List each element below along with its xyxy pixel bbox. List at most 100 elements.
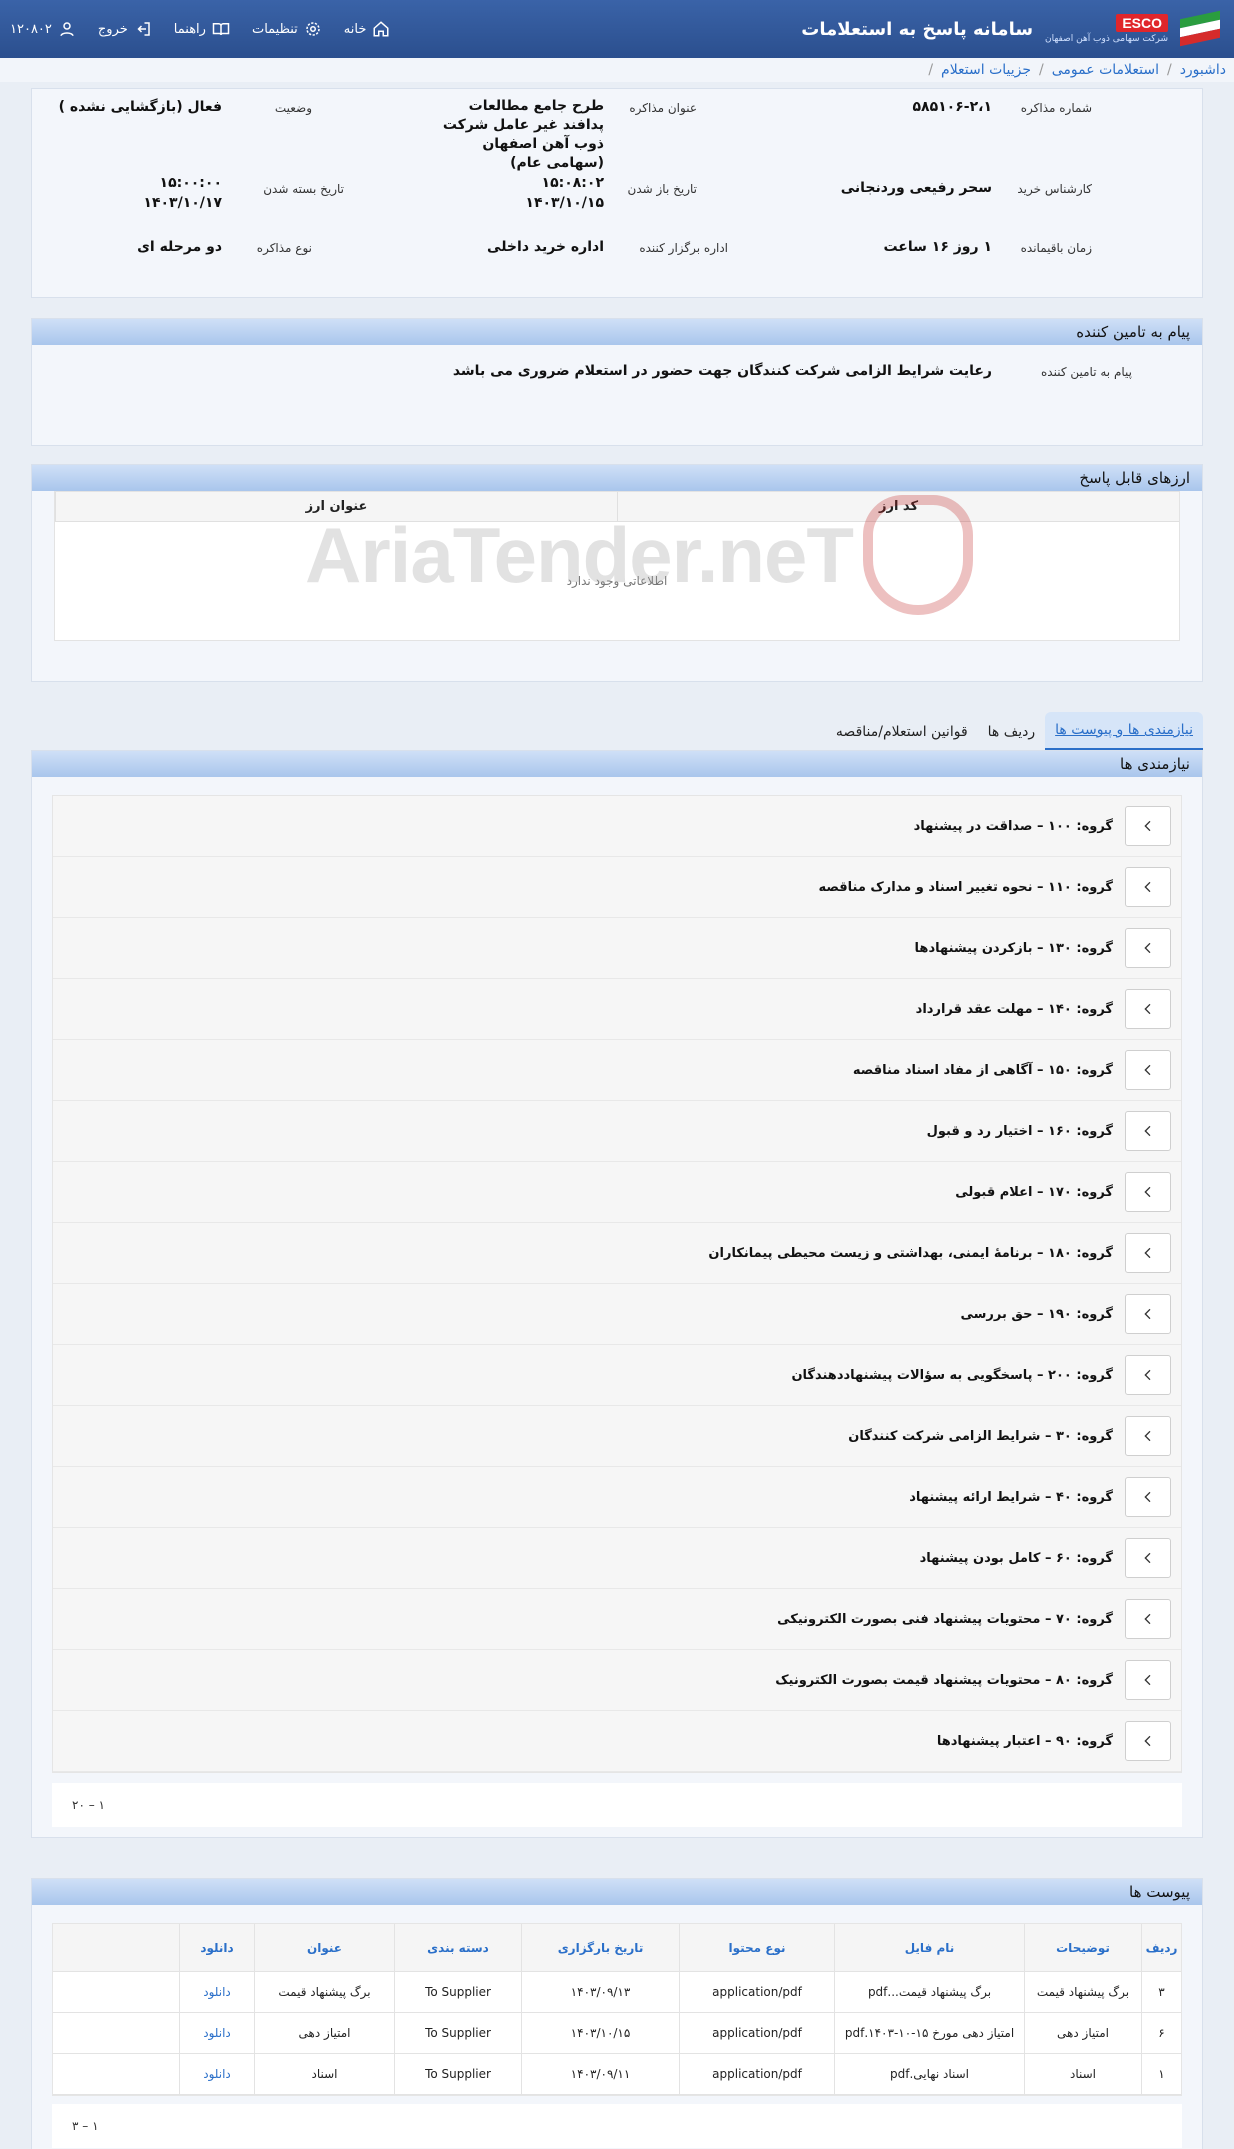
currencies-table: کد ارز عنوان ارز اطلاعاتی وجود ندارد [54,491,1180,641]
expand-button[interactable] [1125,1538,1171,1578]
app-title: سامانه پاسخ به استعلامات [801,18,1034,40]
currency-title-header[interactable]: عنوان ارز [55,492,617,521]
download-link[interactable]: دانلود [179,2054,254,2094]
expand-button[interactable] [1125,1050,1171,1090]
chevron-left-icon [1144,1186,1151,1198]
expand-button[interactable] [1125,1172,1171,1212]
requirement-row[interactable]: گروه: ۱۱۰ – نحوه تغییر اسناد و مدارک منا… [53,857,1181,918]
breadcrumb-inquiry-details[interactable]: جزییات استعلام [941,62,1031,78]
breadcrumb-public-inquiries[interactable]: استعلامات عمومی [1052,62,1159,78]
tab-rules[interactable]: قوانین استعلام/مناقصه [826,714,978,750]
tab-requirements-attachments[interactable]: نیازمندی ها و پیوست ها [1045,712,1203,750]
requirement-row[interactable]: گروه: ۱۰۰ – صداقت در پیشنهاد [53,796,1181,857]
top-header: ESCO شرکت سهامی ذوب آهن اصفهان سامانه پا… [0,0,1234,58]
attachments-column-header[interactable]: عنوان [254,1924,394,1971]
gear-icon [306,22,320,36]
expand-button[interactable] [1125,989,1171,1029]
requirement-row[interactable]: گروه: ۱۳۰ – بازکردن پیشنهادها [53,918,1181,979]
expand-button[interactable] [1125,867,1171,907]
esco-subtitle: شرکت سهامی ذوب آهن اصفهان [1045,34,1168,44]
currencies-empty-text: اطلاعاتی وجود ندارد [566,574,668,588]
title-label: عنوان مذاکره [629,101,697,115]
requirement-row[interactable]: گروه: ۲۰۰ – پاسخگویی به سؤالات پیشنهادده… [53,1345,1181,1406]
attachment-cell: To Supplier [394,1972,521,2012]
inquiry-summary: شماره مذاکره ۵۸۵۱۰۶-۲،۱ عنوان مذاکره طرح… [31,88,1203,298]
expand-button[interactable] [1125,1294,1171,1334]
nav-user[interactable]: ۱۲۰۸۰۲ [10,20,76,38]
requirement-title: گروه: ۴۰ – شرایط ارائه پیشنهاد [909,1489,1113,1505]
attachments-pager-text: ۱ – ۳ [72,2119,99,2133]
attachment-cell: امتیاز دهی [1024,2013,1141,2053]
breadcrumb-dashboard[interactable]: داشبورد [1180,62,1226,78]
close-time: ۱۵:۰۰:۰۰ [159,175,222,191]
requirement-title: گروه: ۷۰ – محتویات پیشنهاد فنی بصورت الک… [777,1611,1113,1627]
requirement-title: گروه: ۱۴۰ – مهلت عقد قرارداد [915,1001,1113,1017]
chevron-left-icon [1144,1430,1151,1442]
requirement-row[interactable]: گروه: ۱۷۰ – اعلام قبولی [53,1162,1181,1223]
expand-button[interactable] [1125,1355,1171,1395]
attachment-cell: ۳ [1141,1972,1181,2012]
requirement-title: گروه: ۱۳۰ – بازکردن پیشنهادها [914,940,1113,956]
attachments-column-header[interactable]: نوع محتوا [679,1924,834,1971]
expert-value: سحر رفیعی وردنجانی [840,180,992,196]
dept-label: اداره برگزار کننده [639,241,728,255]
nav-guides[interactable]: راهنما [174,20,230,38]
expand-button[interactable] [1125,1416,1171,1456]
attachment-cell: امتیاز دهی [254,2013,394,2053]
requirement-row[interactable]: گروه: ۹۰ – اعتبار پیشنهادها [53,1711,1181,1772]
requirement-row[interactable]: گروه: ۱۵۰ – آگاهی از مفاد اسناد مناقصه [53,1040,1181,1101]
requirement-row[interactable]: گروه: ۷۰ – محتویات پیشنهاد فنی بصورت الک… [53,1589,1181,1650]
expand-button[interactable] [1125,1233,1171,1273]
expand-button[interactable] [1125,806,1171,846]
expand-button[interactable] [1125,1721,1171,1761]
attachments-table: ردیف توضیحات نام فایل نوع محتوا تاریخ بارگزا… [52,1923,1182,2096]
type-label: نوع مذاکره [256,241,312,255]
attachments-column-header[interactable]: دسته بندی [394,1924,521,1971]
chevron-left-icon [1144,1125,1151,1137]
attachments-column-header[interactable]: دانلود [179,1924,254,1971]
requirement-row[interactable]: گروه: ۸۰ – محتویات پیشنهاد قیمت بصورت ال… [53,1650,1181,1711]
expand-button[interactable] [1125,1111,1171,1151]
requirement-row[interactable]: گروه: ۶۰ – کامل بودن پیشنهاد [53,1528,1181,1589]
supplier-message-section: پیام به تامین کننده پیام به تامین کننده … [31,318,1203,446]
status-label: وضعیت [274,101,312,115]
requirement-row[interactable]: گروه: ۱۹۰ – حق بررسی [53,1284,1181,1345]
currency-code-header[interactable]: کد ارز [617,492,1179,521]
requirement-row[interactable]: گروه: ۳۰ – شرایط الزامی شرکت کنندگان [53,1406,1181,1467]
attachments-column-header[interactable]: نام فایل [834,1924,1024,1971]
nav-settings-label: تنظیمات [251,21,298,37]
tab-bar: نیازمندی ها و پیوست ها ردیف ها قوانین اس… [31,700,1203,750]
requirement-row[interactable]: گروه: ۴۰ – شرایط ارائه پیشنهاد [53,1467,1181,1528]
attachments-column-header[interactable]: توضیحات [1024,1924,1141,1971]
requirement-row[interactable]: گروه: ۱۶۰ – اختیار رد و قبول [53,1101,1181,1162]
chevron-left-icon [1144,1308,1151,1320]
attachment-cell: امتیاز دهی مورخ ۱۵-۱۰-۱۴۰۳.pdf [834,2013,1024,2053]
attachment-cell: application/pdf [679,1972,834,2012]
currencies-table-header: کد ارز عنوان ارز [55,492,1179,522]
requirement-row[interactable]: گروه: ۱۴۰ – مهلت عقد قرارداد [53,979,1181,1040]
requirement-title: گروه: ۱۰۰ – صداقت در پیشنهاد [913,818,1113,834]
download-link[interactable]: دانلود [179,2013,254,2053]
nav-settings[interactable]: تنظیمات [252,20,322,38]
close-date-label: تاریخ بسته شدن [263,182,344,196]
requirement-title: گروه: ۲۰۰ – پاسخگویی به سؤالات پیشنهادده… [791,1367,1113,1383]
brand: ESCO شرکت سهامی ذوب آهن اصفهان سامانه پا… [801,9,1224,49]
requirements-section: نیازمندی ها گروه: ۱۰۰ – صداقت در پیشنهاد… [31,750,1203,1838]
attachments-column-header[interactable]: ردیف [1141,1924,1181,1971]
tab-rows[interactable]: ردیف ها [978,714,1045,750]
main-content: شماره مذاکره ۵۸۵۱۰۶-۲،۱ عنوان مذاکره طرح… [31,82,1203,2149]
expand-button[interactable] [1125,1477,1171,1517]
attachments-column-header[interactable]: تاریخ بارگزاری [521,1924,679,1971]
dept-value: اداره خرید داخلی [487,239,604,255]
nav-logout[interactable]: خروج [98,20,152,38]
download-link[interactable]: دانلود [179,1972,254,2012]
attachments-pager: ۱ – ۳ [52,2104,1182,2148]
expand-button[interactable] [1125,1660,1171,1700]
chevron-left-icon [1144,1003,1151,1015]
attachment-cell: application/pdf [679,2054,834,2094]
expand-button[interactable] [1125,1599,1171,1639]
nav-home[interactable]: خانه [344,20,391,38]
expand-button[interactable] [1125,928,1171,968]
requirements-list: گروه: ۱۰۰ – صداقت در پیشنهاد گروه: ۱۱۰ – … [52,795,1182,1773]
requirement-row[interactable]: گروه: ۱۸۰ – برنامهٔ ایمنی، بهداشتی و زیس… [53,1223,1181,1284]
